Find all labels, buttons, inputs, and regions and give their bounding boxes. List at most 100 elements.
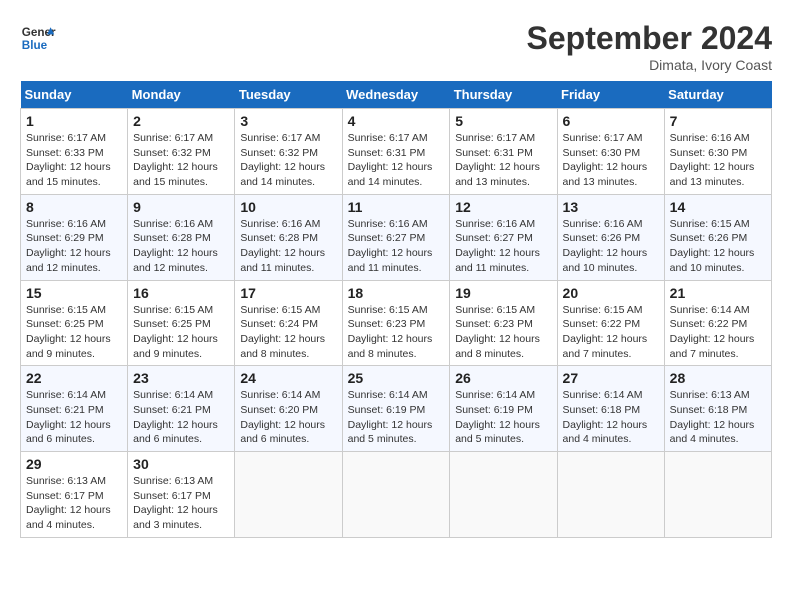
calendar-day-6: 6 Sunrise: 6:17 AMSunset: 6:30 PMDayligh…	[557, 109, 664, 195]
day-number: 10	[240, 199, 336, 215]
day-info: Sunrise: 6:13 AMSunset: 6:17 PMDaylight:…	[26, 475, 111, 531]
col-header-thursday: Thursday	[450, 81, 557, 109]
day-number: 29	[26, 456, 122, 472]
day-info: Sunrise: 6:15 AMSunset: 6:23 PMDaylight:…	[348, 304, 433, 360]
calendar-day-30: 30 Sunrise: 6:13 AMSunset: 6:17 PMDaylig…	[128, 452, 235, 538]
col-header-sunday: Sunday	[21, 81, 128, 109]
day-info: Sunrise: 6:15 AMSunset: 6:25 PMDaylight:…	[26, 304, 111, 360]
calendar-day-10: 10 Sunrise: 6:16 AMSunset: 6:28 PMDaylig…	[235, 194, 342, 280]
day-info: Sunrise: 6:15 AMSunset: 6:25 PMDaylight:…	[133, 304, 218, 360]
day-number: 30	[133, 456, 229, 472]
calendar-day-24: 24 Sunrise: 6:14 AMSunset: 6:20 PMDaylig…	[235, 366, 342, 452]
day-info: Sunrise: 6:14 AMSunset: 6:22 PMDaylight:…	[670, 304, 755, 360]
empty-cell	[342, 452, 450, 538]
logo-icon: General Blue	[20, 20, 56, 56]
day-number: 2	[133, 113, 229, 129]
calendar-day-1: 1 Sunrise: 6:17 AMSunset: 6:33 PMDayligh…	[21, 109, 128, 195]
calendar-week-3: 15 Sunrise: 6:15 AMSunset: 6:25 PMDaylig…	[21, 280, 772, 366]
calendar-day-22: 22 Sunrise: 6:14 AMSunset: 6:21 PMDaylig…	[21, 366, 128, 452]
logo: General Blue	[20, 20, 56, 56]
day-info: Sunrise: 6:16 AMSunset: 6:28 PMDaylight:…	[133, 218, 218, 274]
day-info: Sunrise: 6:16 AMSunset: 6:30 PMDaylight:…	[670, 132, 755, 188]
day-info: Sunrise: 6:15 AMSunset: 6:26 PMDaylight:…	[670, 218, 755, 274]
day-info: Sunrise: 6:17 AMSunset: 6:33 PMDaylight:…	[26, 132, 111, 188]
calendar-day-16: 16 Sunrise: 6:15 AMSunset: 6:25 PMDaylig…	[128, 280, 235, 366]
day-number: 20	[563, 285, 659, 301]
month-title: September 2024	[527, 20, 772, 57]
calendar-day-12: 12 Sunrise: 6:16 AMSunset: 6:27 PMDaylig…	[450, 194, 557, 280]
day-info: Sunrise: 6:16 AMSunset: 6:26 PMDaylight:…	[563, 218, 648, 274]
calendar-day-27: 27 Sunrise: 6:14 AMSunset: 6:18 PMDaylig…	[557, 366, 664, 452]
day-number: 15	[26, 285, 122, 301]
calendar-week-1: 1 Sunrise: 6:17 AMSunset: 6:33 PMDayligh…	[21, 109, 772, 195]
calendar-day-5: 5 Sunrise: 6:17 AMSunset: 6:31 PMDayligh…	[450, 109, 557, 195]
page-header: General Blue September 2024 Dimata, Ivor…	[20, 20, 772, 73]
calendar-day-9: 9 Sunrise: 6:16 AMSunset: 6:28 PMDayligh…	[128, 194, 235, 280]
day-number: 9	[133, 199, 229, 215]
calendar-day-29: 29 Sunrise: 6:13 AMSunset: 6:17 PMDaylig…	[21, 452, 128, 538]
day-info: Sunrise: 6:15 AMSunset: 6:24 PMDaylight:…	[240, 304, 325, 360]
calendar-day-7: 7 Sunrise: 6:16 AMSunset: 6:30 PMDayligh…	[664, 109, 771, 195]
col-header-saturday: Saturday	[664, 81, 771, 109]
day-number: 17	[240, 285, 336, 301]
day-info: Sunrise: 6:17 AMSunset: 6:32 PMDaylight:…	[133, 132, 218, 188]
day-number: 6	[563, 113, 659, 129]
day-info: Sunrise: 6:17 AMSunset: 6:31 PMDaylight:…	[348, 132, 433, 188]
day-info: Sunrise: 6:17 AMSunset: 6:31 PMDaylight:…	[455, 132, 540, 188]
calendar-day-3: 3 Sunrise: 6:17 AMSunset: 6:32 PMDayligh…	[235, 109, 342, 195]
col-header-tuesday: Tuesday	[235, 81, 342, 109]
col-header-monday: Monday	[128, 81, 235, 109]
day-number: 22	[26, 370, 122, 386]
calendar-day-26: 26 Sunrise: 6:14 AMSunset: 6:19 PMDaylig…	[450, 366, 557, 452]
day-number: 11	[348, 199, 445, 215]
day-info: Sunrise: 6:13 AMSunset: 6:18 PMDaylight:…	[670, 389, 755, 445]
day-number: 16	[133, 285, 229, 301]
calendar-day-4: 4 Sunrise: 6:17 AMSunset: 6:31 PMDayligh…	[342, 109, 450, 195]
day-info: Sunrise: 6:16 AMSunset: 6:28 PMDaylight:…	[240, 218, 325, 274]
calendar-day-18: 18 Sunrise: 6:15 AMSunset: 6:23 PMDaylig…	[342, 280, 450, 366]
day-number: 4	[348, 113, 445, 129]
day-number: 28	[670, 370, 766, 386]
day-number: 13	[563, 199, 659, 215]
day-number: 21	[670, 285, 766, 301]
day-number: 8	[26, 199, 122, 215]
day-info: Sunrise: 6:16 AMSunset: 6:27 PMDaylight:…	[348, 218, 433, 274]
calendar-day-23: 23 Sunrise: 6:14 AMSunset: 6:21 PMDaylig…	[128, 366, 235, 452]
day-info: Sunrise: 6:14 AMSunset: 6:19 PMDaylight:…	[455, 389, 540, 445]
day-info: Sunrise: 6:14 AMSunset: 6:18 PMDaylight:…	[563, 389, 648, 445]
day-number: 1	[26, 113, 122, 129]
day-info: Sunrise: 6:15 AMSunset: 6:22 PMDaylight:…	[563, 304, 648, 360]
calendar-day-17: 17 Sunrise: 6:15 AMSunset: 6:24 PMDaylig…	[235, 280, 342, 366]
day-number: 26	[455, 370, 551, 386]
calendar-day-14: 14 Sunrise: 6:15 AMSunset: 6:26 PMDaylig…	[664, 194, 771, 280]
calendar-day-25: 25 Sunrise: 6:14 AMSunset: 6:19 PMDaylig…	[342, 366, 450, 452]
location-subtitle: Dimata, Ivory Coast	[527, 57, 772, 73]
calendar-day-13: 13 Sunrise: 6:16 AMSunset: 6:26 PMDaylig…	[557, 194, 664, 280]
day-number: 24	[240, 370, 336, 386]
day-number: 25	[348, 370, 445, 386]
day-number: 23	[133, 370, 229, 386]
calendar-week-5: 29 Sunrise: 6:13 AMSunset: 6:17 PMDaylig…	[21, 452, 772, 538]
calendar-day-8: 8 Sunrise: 6:16 AMSunset: 6:29 PMDayligh…	[21, 194, 128, 280]
day-info: Sunrise: 6:14 AMSunset: 6:21 PMDaylight:…	[26, 389, 111, 445]
calendar-week-4: 22 Sunrise: 6:14 AMSunset: 6:21 PMDaylig…	[21, 366, 772, 452]
col-header-friday: Friday	[557, 81, 664, 109]
day-number: 18	[348, 285, 445, 301]
day-info: Sunrise: 6:16 AMSunset: 6:27 PMDaylight:…	[455, 218, 540, 274]
calendar-day-20: 20 Sunrise: 6:15 AMSunset: 6:22 PMDaylig…	[557, 280, 664, 366]
day-number: 19	[455, 285, 551, 301]
calendar-day-19: 19 Sunrise: 6:15 AMSunset: 6:23 PMDaylig…	[450, 280, 557, 366]
day-number: 3	[240, 113, 336, 129]
empty-cell	[450, 452, 557, 538]
day-info: Sunrise: 6:17 AMSunset: 6:30 PMDaylight:…	[563, 132, 648, 188]
day-number: 27	[563, 370, 659, 386]
day-info: Sunrise: 6:13 AMSunset: 6:17 PMDaylight:…	[133, 475, 218, 531]
day-info: Sunrise: 6:14 AMSunset: 6:21 PMDaylight:…	[133, 389, 218, 445]
calendar-week-2: 8 Sunrise: 6:16 AMSunset: 6:29 PMDayligh…	[21, 194, 772, 280]
day-info: Sunrise: 6:15 AMSunset: 6:23 PMDaylight:…	[455, 304, 540, 360]
calendar-day-15: 15 Sunrise: 6:15 AMSunset: 6:25 PMDaylig…	[21, 280, 128, 366]
empty-cell	[664, 452, 771, 538]
calendar-day-11: 11 Sunrise: 6:16 AMSunset: 6:27 PMDaylig…	[342, 194, 450, 280]
col-header-wednesday: Wednesday	[342, 81, 450, 109]
empty-cell	[235, 452, 342, 538]
